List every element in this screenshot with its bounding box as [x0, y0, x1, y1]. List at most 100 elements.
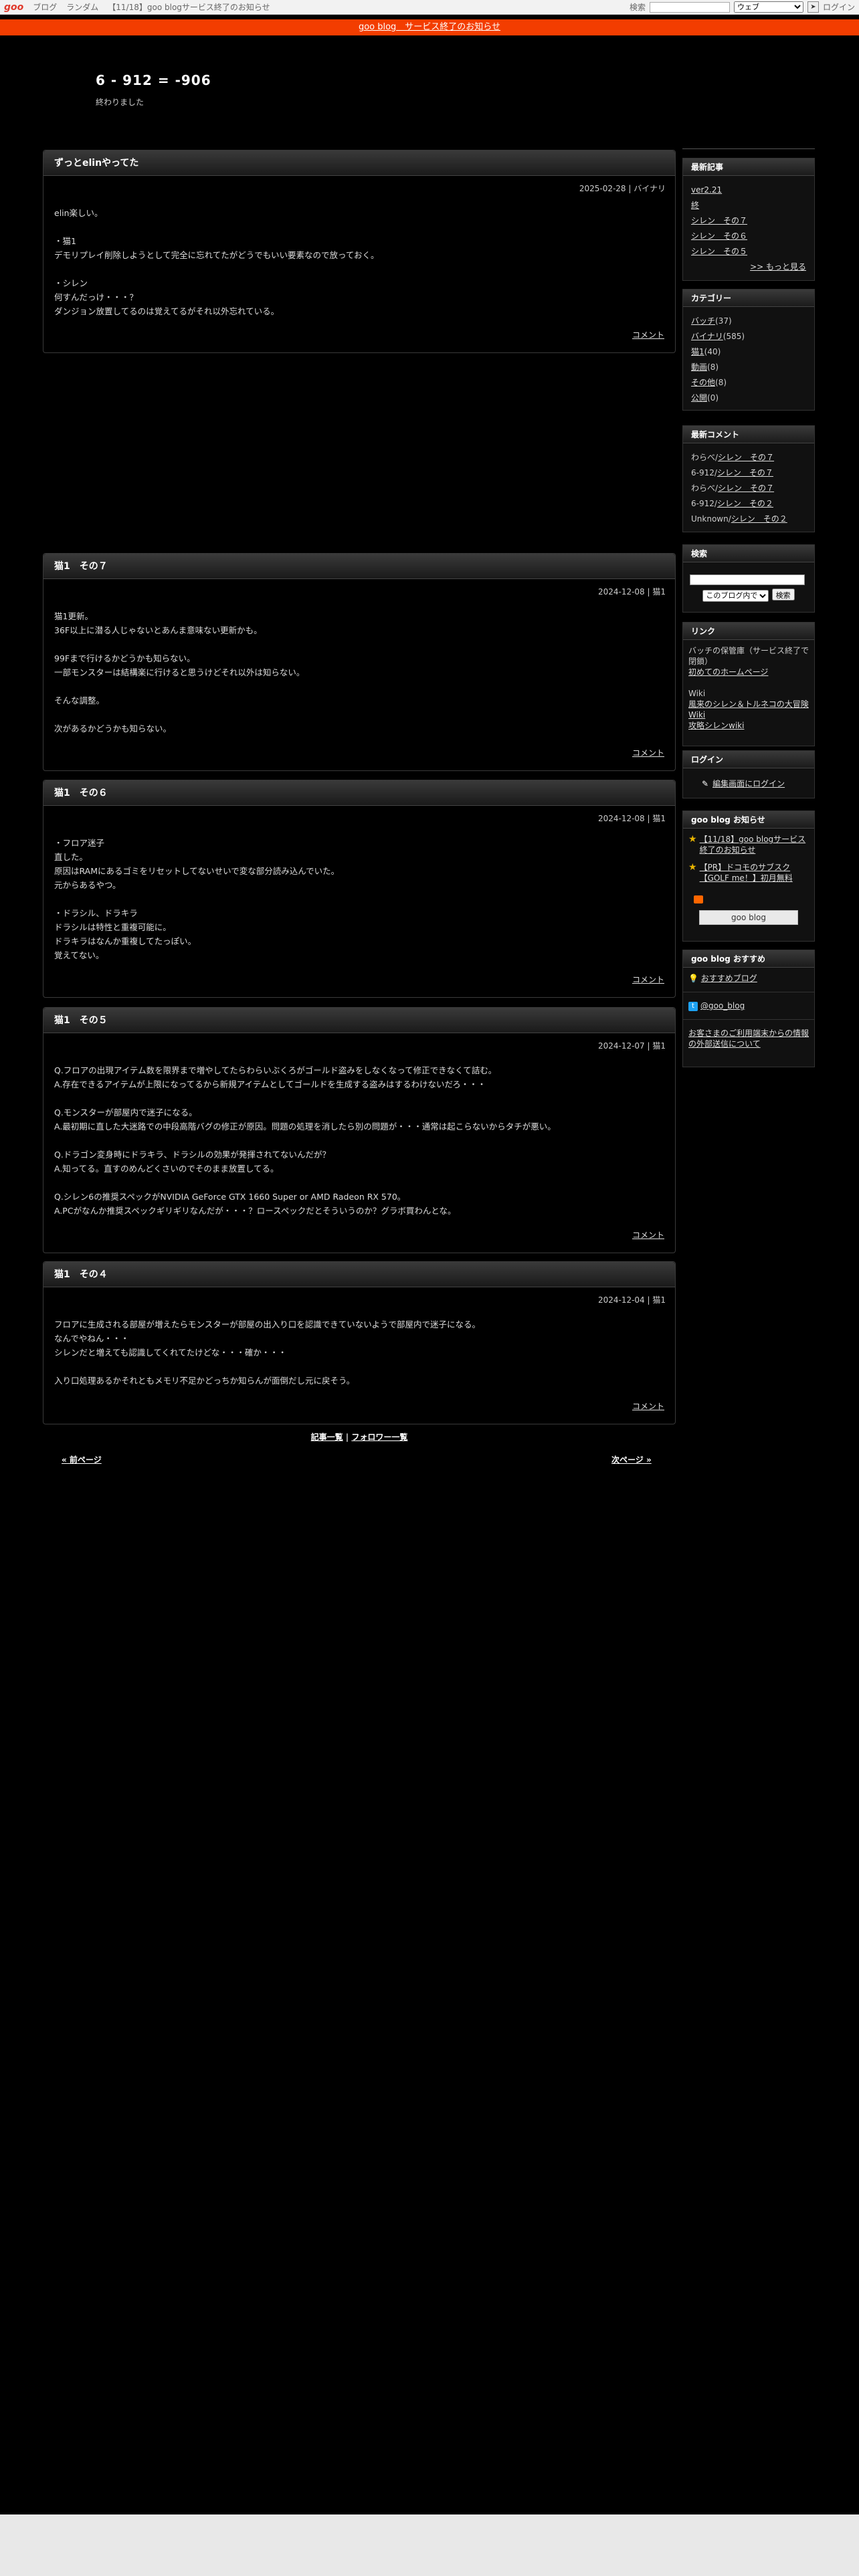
- recent-article-link[interactable]: シレン その５: [691, 247, 747, 256]
- comment-author: わらべ/: [691, 484, 719, 493]
- entry-body: Q.フロアの出現アイテム数を限界まで増やしてたらわらいぶくろがゴールド盗みをしな…: [54, 1065, 556, 1216]
- category-count: (585): [723, 332, 745, 341]
- sidebar-recent-articles: 最新記事 ver2.21 終 シレン その７ シレン その６ シレン その５ >…: [682, 158, 815, 281]
- entry-comment-link[interactable]: コメント: [632, 329, 664, 340]
- goo-logo[interactable]: goo: [4, 2, 23, 13]
- recent-article-link[interactable]: シレン その７: [691, 216, 747, 225]
- comment-post-link[interactable]: シレン その７: [717, 468, 773, 477]
- entry-title[interactable]: 猫1 その５: [43, 1008, 675, 1033]
- comment-post-link[interactable]: シレン その７: [718, 484, 774, 493]
- article-list-link[interactable]: 記事一覧: [311, 1432, 343, 1442]
- goo-blog-logo[interactable]: goo blog: [699, 910, 798, 925]
- service-end-notice-bar: goo blog サービス終了のお知らせ: [0, 19, 859, 35]
- entry-title[interactable]: 猫1 その７: [43, 554, 675, 579]
- sidebar-goo-notice: goo blog お知らせ ★ 【11/18】goo blogサービス終了のお知…: [682, 811, 815, 942]
- sidebar-search-title: 検索: [683, 545, 814, 562]
- entry-article: 猫1 その７ 2024-12-08 | 猫1 猫1更新。 36F以上に潜る人じゃ…: [43, 553, 676, 771]
- category-link[interactable]: バイナリ: [691, 332, 723, 341]
- category-count: (8): [715, 378, 727, 387]
- comment-post-link[interactable]: シレン その２: [717, 499, 773, 508]
- topbar-link-blog[interactable]: ブログ: [33, 1, 57, 13]
- sidebar-goo-recommend: goo blog おすすめ 💡 おすすめブログ t @goo_blog お客さまの…: [682, 950, 815, 1067]
- sidebar-comments-title: 最新コメント: [683, 426, 814, 443]
- category-count: (37): [715, 316, 732, 326]
- recent-article-link[interactable]: シレン その６: [691, 231, 747, 241]
- goo-notice-link[interactable]: 【11/18】goo blogサービス終了のお知らせ: [700, 834, 809, 855]
- recent-article-link[interactable]: 終: [691, 201, 699, 210]
- topbar-search-select[interactable]: ウェブ: [733, 1, 803, 13]
- category-count: (0): [707, 393, 719, 403]
- entry-title[interactable]: 猫1 その６: [43, 780, 675, 806]
- topbar-login-link[interactable]: ログイン: [823, 1, 855, 13]
- sidebar-search: 検索 このブログ内で 検索: [682, 544, 815, 613]
- category-count: (40): [704, 347, 721, 356]
- goo-top-bar: goo ブログ ランダム 【11/18】goo blogサービス終了のお知らせ …: [0, 0, 859, 15]
- entry-comment-link[interactable]: コメント: [632, 1229, 664, 1241]
- homepage-link[interactable]: 初めてのホームページ: [688, 667, 768, 677]
- category-link[interactable]: 公開: [691, 393, 707, 403]
- entry-article: 猫1 その４ 2024-12-04 | 猫1 フロアに生成される部屋が増えたらモ…: [43, 1261, 676, 1424]
- topbar-link-random[interactable]: ランダム: [66, 1, 98, 13]
- shiren-wiki-link[interactable]: 風来のシレン＆トルネコの大冒険 Wiki: [688, 700, 809, 720]
- category-link[interactable]: その他: [691, 378, 715, 387]
- entry-meta: 2024-12-08 | 猫1: [597, 587, 666, 597]
- sidebar-login-title: ログイン: [683, 751, 814, 768]
- comment-author: 6-912/: [691, 468, 717, 477]
- topbar-search: 検索 ウェブ ➤ ログイン: [630, 1, 855, 13]
- entry-comment-link[interactable]: コメント: [632, 974, 664, 985]
- category-link[interactable]: バッチ: [691, 316, 715, 326]
- strategy-wiki-link[interactable]: 攻略シレンwiki: [688, 721, 744, 730]
- goo-pr-link[interactable]: 【PR】ドコモのサブスク【GOLF me！】初月無料: [700, 862, 809, 883]
- pencil-icon: ✎: [702, 779, 709, 788]
- entry-comment-link[interactable]: コメント: [632, 747, 664, 758]
- follower-list-link[interactable]: フォロワー一覧: [351, 1432, 407, 1442]
- topbar-search-input[interactable]: [649, 1, 730, 13]
- lightbulb-icon: 💡: [688, 974, 698, 983]
- external-data-link[interactable]: お客さまのご利用端末からの情報の外部送信について: [688, 1029, 809, 1049]
- search-button-icon[interactable]: ➤: [807, 1, 819, 13]
- sidebar-recent-comments: 最新コメント わらべ/シレン その７ 6-912/シレン その７ わらべ/シレン…: [682, 425, 815, 532]
- comment-post-link[interactable]: シレン その２: [731, 514, 787, 524]
- sidebar-login: ログイン ✎ 編集画面にログイン: [682, 750, 815, 798]
- sidebar-recent-title: 最新記事: [683, 158, 814, 176]
- entry-article: 猫1 その５ 2024-12-07 | 猫1 Q.フロアの出現アイテム数を限界ま…: [43, 1007, 676, 1253]
- category-link[interactable]: 猫1: [691, 347, 704, 356]
- sidebar-goo-notice-title: goo blog お知らせ: [683, 811, 814, 829]
- entry-title[interactable]: ずっとelinやってた: [43, 150, 675, 176]
- entry-meta: 2024-12-08 | 猫1: [597, 814, 666, 823]
- category-link[interactable]: 動画: [691, 362, 707, 372]
- more-articles-link[interactable]: >> もっと見る: [750, 262, 806, 272]
- entry-meta: 2024-12-04 | 猫1: [597, 1295, 666, 1305]
- wiki-label: Wiki: [688, 689, 706, 698]
- prev-page-link[interactable]: « 前ページ: [62, 1454, 102, 1465]
- star-icon: ★: [688, 834, 697, 845]
- blog-search-scope-select[interactable]: このブログ内で: [702, 589, 769, 602]
- entry-comment-link[interactable]: コメント: [632, 1400, 664, 1412]
- twitter-account-link[interactable]: @goo_blog: [700, 1001, 745, 1010]
- sidebar-category-title: カテゴリー: [683, 290, 814, 307]
- rss-icon[interactable]: [694, 895, 703, 903]
- comment-author: わらべ/: [691, 453, 719, 462]
- entry-body: ・フロア迷子 直した。 原因はRAMにあるゴミをリセットしてないせいで変な部分読…: [54, 838, 340, 960]
- sidebar-categories: カテゴリー バッチ(37) バイナリ(585) 猫1(40) 動画 (8) その他…: [682, 289, 815, 411]
- recommend-blog-link[interactable]: おすすめブログ: [701, 974, 757, 983]
- sidebar-links-title: リンク: [683, 623, 814, 640]
- sidebar-links: リンク バッチの保管庫（サービス終了で閉鎖） 初めてのホームページ Wiki 風…: [682, 622, 815, 746]
- blog-search-button[interactable]: 検索: [771, 588, 795, 601]
- blog-title[interactable]: 6 - 912 = -906: [96, 72, 211, 88]
- blog-search-input[interactable]: [690, 574, 805, 585]
- service-end-notice-link[interactable]: goo blog サービス終了のお知らせ: [359, 22, 500, 32]
- pager-separator: |: [343, 1432, 352, 1442]
- comment-author: Unknown/: [691, 514, 731, 524]
- sidebar-recommend-title: goo blog おすすめ: [683, 950, 814, 968]
- edit-login-link[interactable]: 編集画面にログイン: [712, 779, 785, 788]
- recent-article-link[interactable]: ver2.21: [691, 185, 722, 195]
- pager-middle: 記事一覧 | フォロワー一覧: [0, 1431, 719, 1442]
- entry-meta: 2025-02-28 | バイナリ: [579, 184, 666, 193]
- comment-post-link[interactable]: シレン その７: [718, 453, 774, 462]
- next-page-link[interactable]: 次ページ »: [611, 1454, 652, 1465]
- topbar-link-notice[interactable]: 【11/18】goo blogサービス終了のお知らせ: [108, 1, 270, 13]
- entry-body: フロアに生成される部屋が増えたらモンスターが部屋の出入り口を認識できていないよう…: [54, 1319, 481, 1386]
- entry-title[interactable]: 猫1 その４: [43, 1262, 675, 1287]
- link-description: バッチの保管庫（サービス終了で閉鎖）: [688, 646, 809, 666]
